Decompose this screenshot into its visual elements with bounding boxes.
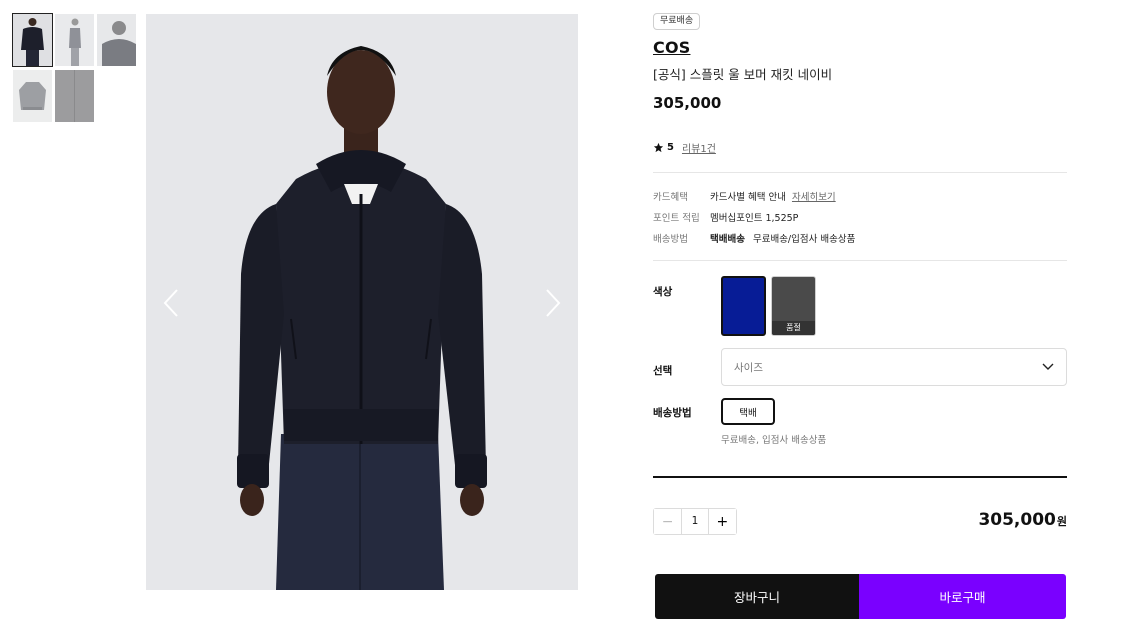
card-detail-link[interactable]: 자세히보기 bbox=[792, 189, 836, 203]
total-unit: 원 bbox=[1056, 515, 1067, 528]
divider-thick bbox=[653, 476, 1067, 478]
thumbnail-front[interactable] bbox=[12, 13, 53, 67]
thumbnail-detail[interactable] bbox=[97, 14, 136, 66]
thumbnail-side[interactable] bbox=[55, 14, 94, 66]
delivery-detail: 무료배송/입점사 배송상품 bbox=[752, 234, 856, 245]
card-benefit-label: 카드혜택 bbox=[653, 192, 688, 203]
size-placeholder: 사이즈 bbox=[734, 361, 763, 374]
total-amount: 305,000 bbox=[978, 510, 1056, 530]
free-shipping-badge: 무료배송 bbox=[653, 13, 701, 30]
quantity-stepper: − 1 + bbox=[653, 508, 737, 535]
star-icon bbox=[653, 142, 664, 153]
divider bbox=[653, 260, 1067, 261]
chevron-right-icon bbox=[546, 289, 561, 317]
product-price: 305,000 bbox=[653, 94, 722, 112]
card-benefit-row: 카드혜택 카드사별 혜택 안내 자세히보기 bbox=[653, 189, 836, 203]
card-benefit-value: 카드사별 혜택 안내 bbox=[710, 192, 786, 203]
color-label: 색상 bbox=[653, 286, 673, 298]
rating-summary: 5 리뷰1건 bbox=[653, 140, 716, 155]
soldout-label: 품절 bbox=[772, 321, 815, 335]
shipping-method-label: 배송방법 bbox=[653, 407, 692, 419]
quantity-value[interactable]: 1 bbox=[681, 509, 709, 534]
prev-image-button[interactable] bbox=[159, 286, 185, 320]
point-row: 포인트 적립 멤버십포인트 1,525P bbox=[653, 210, 798, 224]
delivery-method: 택배배송 bbox=[710, 234, 745, 245]
next-image-button[interactable] bbox=[539, 286, 565, 320]
shipping-option-button[interactable]: 택배 bbox=[721, 398, 775, 425]
chevron-down-icon bbox=[1042, 363, 1054, 370]
chevron-left-icon bbox=[163, 289, 178, 317]
total-price: 305,000 원 bbox=[978, 510, 1067, 530]
thumbnail-fabric[interactable] bbox=[55, 70, 94, 122]
select-label: 선택 bbox=[653, 365, 673, 377]
point-value: 멤버십포인트 1,525P bbox=[710, 213, 799, 224]
product-title: [공식] 스플릿 울 보머 재킷 네이비 bbox=[653, 67, 833, 82]
color-swatch-gray[interactable]: 품절 bbox=[771, 276, 816, 336]
divider bbox=[653, 172, 1067, 173]
delivery-label: 배송방법 bbox=[653, 234, 688, 245]
decrease-quantity-button[interactable]: − bbox=[654, 509, 682, 534]
delivery-value: 택배배송 무료배송/입점사 배송상품 bbox=[710, 231, 855, 245]
point-label: 포인트 적립 bbox=[653, 213, 700, 224]
brand-link[interactable]: COS bbox=[653, 38, 690, 57]
rating-score: 5 bbox=[667, 142, 674, 153]
review-count-link[interactable]: 리뷰1건 bbox=[682, 140, 716, 155]
buy-now-button[interactable]: 바로구매 bbox=[859, 574, 1066, 619]
increase-quantity-button[interactable]: + bbox=[708, 509, 736, 534]
model-photo bbox=[146, 14, 578, 590]
delivery-row: 배송방법 택배배송 무료배송/입점사 배송상품 bbox=[653, 231, 855, 245]
shipping-note: 무료배송, 입점사 배송상품 bbox=[721, 435, 827, 446]
thumbnail-flat-front[interactable] bbox=[13, 70, 52, 122]
color-swatch-navy[interactable] bbox=[721, 276, 766, 336]
size-dropdown[interactable]: 사이즈 bbox=[721, 348, 1067, 386]
main-product-image bbox=[146, 14, 578, 590]
add-to-cart-button[interactable]: 장바구니 bbox=[655, 574, 859, 619]
